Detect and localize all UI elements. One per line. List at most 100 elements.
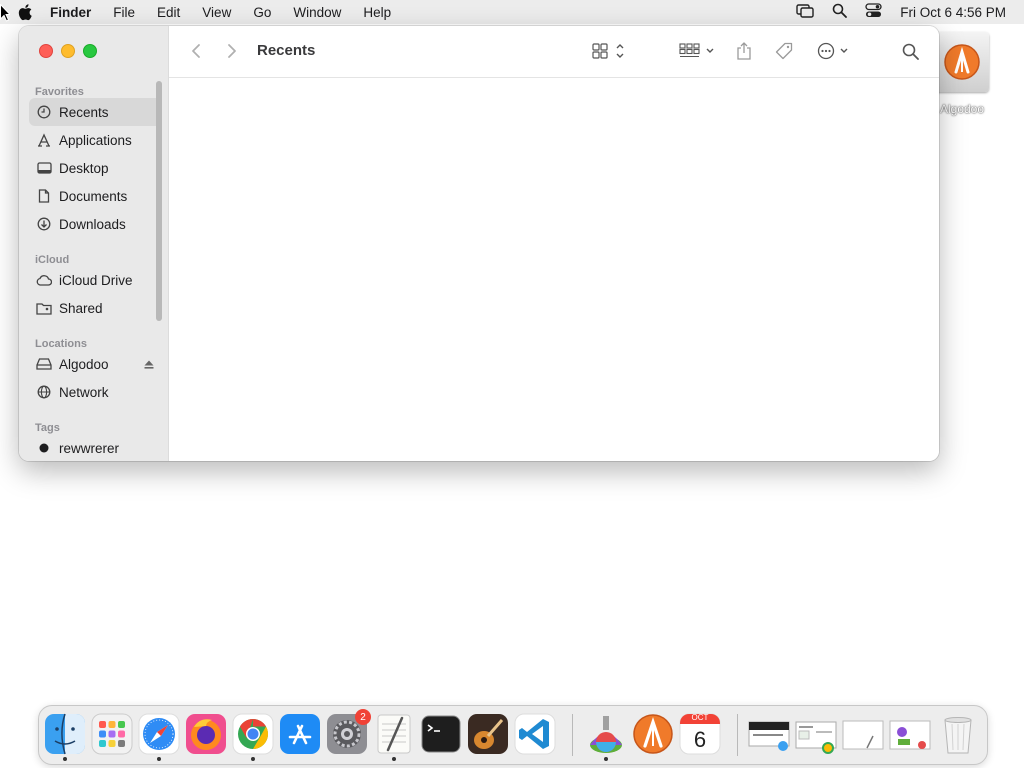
dock-terminal[interactable]	[419, 712, 463, 756]
document-thumbnail-icon	[842, 720, 884, 750]
sidebar-item-documents[interactable]: Documents	[29, 182, 162, 210]
clock-datetime[interactable]: Fri Oct 6 4:56 PM	[900, 5, 1006, 20]
running-indicator	[392, 757, 396, 761]
dock-vscode[interactable]	[513, 712, 557, 756]
external-disk-icon	[935, 32, 989, 92]
dock-preview[interactable]	[584, 712, 628, 756]
window-controls	[39, 44, 97, 58]
desktop-icon-label: Algodoo	[939, 102, 985, 116]
sidebar-item-algodoo[interactable]: Algodoo	[29, 350, 162, 378]
sidebar-item-label: Network	[59, 384, 109, 400]
zoom-button[interactable]	[83, 44, 97, 58]
dock-recent-window-1[interactable]	[747, 712, 791, 756]
menu-edit[interactable]: Edit	[157, 5, 180, 20]
menu-app-name[interactable]: Finder	[50, 5, 91, 20]
menu-window[interactable]: Window	[293, 5, 341, 20]
app-store-icon	[280, 714, 320, 754]
window-title: Recents	[257, 42, 316, 59]
textedit-icon	[377, 714, 411, 754]
dock-trash[interactable]	[936, 712, 980, 756]
running-indicator	[251, 757, 255, 761]
more-actions-icon[interactable]	[817, 40, 851, 62]
dock-launchpad[interactable]	[90, 712, 134, 756]
dock-textedit[interactable]	[372, 712, 416, 756]
dock-safari[interactable]	[137, 712, 181, 756]
sidebar-item-tag[interactable]: rewwrerer	[29, 434, 162, 461]
dock: 2 OCT 6	[38, 705, 988, 765]
dock-recent-window-3[interactable]	[841, 712, 885, 756]
running-indicator	[63, 757, 67, 761]
preview-thumbnail-icon	[889, 720, 931, 750]
sidebar-item-label: Shared	[59, 300, 103, 316]
sidebar-item-shared[interactable]: Shared	[29, 294, 162, 322]
menu-go[interactable]: Go	[253, 5, 271, 20]
algodoo-icon	[633, 714, 673, 754]
dock-recent-window-2[interactable]	[794, 712, 838, 756]
sidebar-section-icloud: iCloud	[35, 254, 70, 266]
launchpad-icon	[91, 713, 133, 755]
sidebar-item-applications[interactable]: Applications	[29, 126, 162, 154]
sidebar-item-label: rewwrerer	[59, 440, 120, 456]
menu-help[interactable]: Help	[363, 5, 391, 20]
group-by-icon[interactable]	[679, 40, 715, 62]
window-thumbnail-icon	[748, 721, 790, 751]
chrome-icon	[232, 713, 274, 755]
sidebar-list: Favorites Recents Applications Desktop D…	[19, 74, 168, 461]
control-center-icon[interactable]	[865, 3, 882, 21]
menu-view[interactable]: View	[202, 5, 231, 20]
dock-chrome[interactable]	[231, 712, 275, 756]
dock-firefox[interactable]	[184, 712, 228, 756]
desktop-disk-algodoo[interactable]: Algodoo	[932, 32, 992, 116]
trash-icon	[944, 717, 972, 754]
cloud-icon	[35, 271, 53, 289]
search-icon[interactable]	[902, 40, 919, 62]
sidebar-item-label: Downloads	[59, 216, 126, 232]
dock-separator	[572, 714, 573, 756]
finder-window: Favorites Recents Applications Desktop D…	[19, 26, 939, 461]
mouse-pointer-icon	[0, 3, 12, 27]
menu-bar: Finder File Edit View Go Window Help Fri…	[0, 0, 1024, 24]
sidebar-section-tags: Tags	[35, 422, 60, 434]
document-icon	[35, 187, 53, 205]
apple-menu-icon[interactable]	[16, 0, 36, 24]
running-indicator	[604, 757, 608, 761]
forward-chevron-icon[interactable]	[227, 40, 237, 62]
sidebar-item-label: Desktop	[59, 160, 109, 176]
screen-mirroring-icon[interactable]	[796, 3, 814, 21]
sidebar-item-downloads[interactable]: Downloads	[29, 210, 162, 238]
sidebar-scrollbar[interactable]	[156, 81, 162, 321]
close-button[interactable]	[39, 44, 53, 58]
tag-color-dot-icon	[35, 439, 53, 457]
firefox-icon	[186, 714, 226, 754]
sidebar-item-recents[interactable]: Recents	[29, 98, 162, 126]
spotlight-search-icon[interactable]	[832, 3, 848, 21]
sidebar-item-label: iCloud Drive	[59, 272, 133, 288]
icon-view-grid-icon[interactable]	[592, 40, 626, 62]
sidebar-section-favorites: Favorites	[35, 86, 84, 98]
sidebar-item-network[interactable]: Network	[29, 378, 162, 406]
dock-app-store[interactable]	[278, 712, 322, 756]
preview-icon	[590, 716, 622, 753]
running-indicator	[157, 757, 161, 761]
dock-algodoo[interactable]	[631, 712, 675, 756]
dock-calendar[interactable]: OCT 6	[678, 712, 722, 756]
terminal-icon	[421, 715, 461, 753]
sidebar-item-icloud-drive[interactable]: iCloud Drive	[29, 266, 162, 294]
calendar-day: 6	[693, 727, 707, 752]
eject-icon[interactable]	[144, 357, 154, 372]
share-icon[interactable]	[736, 40, 752, 62]
sidebar-item-label: Applications	[59, 132, 132, 148]
browser-thumbnail-icon	[795, 721, 837, 754]
back-chevron-icon[interactable]	[191, 40, 201, 62]
tag-icon[interactable]	[775, 40, 793, 62]
dock-instruments[interactable]	[466, 712, 510, 756]
drive-icon	[35, 355, 53, 373]
minimize-button[interactable]	[61, 44, 75, 58]
download-icon	[35, 215, 53, 233]
sidebar-item-desktop[interactable]: Desktop	[29, 154, 162, 182]
dock-system-settings[interactable]: 2	[325, 709, 371, 756]
dock-recent-window-4[interactable]	[888, 712, 932, 756]
menu-file[interactable]: File	[113, 5, 135, 20]
dock-finder[interactable]	[43, 712, 87, 756]
file-list-area[interactable]	[169, 78, 939, 461]
